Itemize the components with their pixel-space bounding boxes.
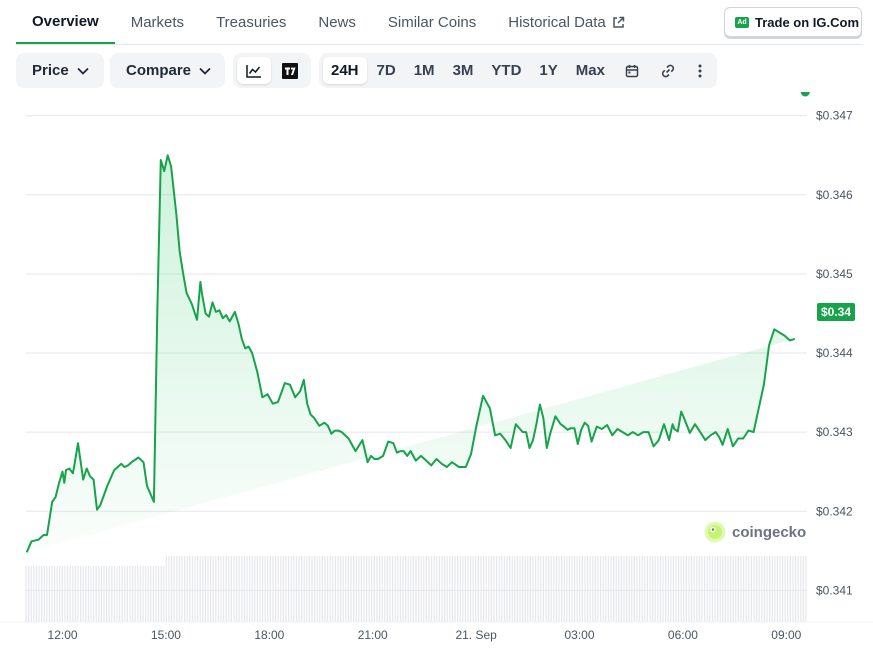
tradingview-button[interactable] xyxy=(273,57,307,84)
ad-label: Trade on IG.Com xyxy=(755,14,860,30)
more-options-button[interactable] xyxy=(687,57,713,84)
y-tick-label: $0.346 xyxy=(816,188,853,202)
x-tick-label: 09:00 xyxy=(771,628,801,642)
line-chart-button[interactable] xyxy=(237,57,271,84)
tradingview-icon xyxy=(282,62,298,79)
calendar-icon xyxy=(625,64,639,77)
compare-dropdown-label: Compare xyxy=(126,62,192,79)
tab-historical-data-label: Historical Data xyxy=(508,13,606,31)
current-price-dot xyxy=(800,92,810,97)
price-dropdown-label: Price xyxy=(32,62,69,79)
tab-overview[interactable]: Overview xyxy=(16,0,115,44)
price-chart[interactable]: $0.347 $0.346 $0.345 $0.344 $0.343 $0.342 $0.3… xyxy=(0,92,873,652)
y-tick-label: $0.347 xyxy=(816,109,853,123)
tab-news[interactable]: News xyxy=(302,0,372,44)
x-tick-label: 21:00 xyxy=(358,628,388,642)
range-7d-button[interactable]: 7D xyxy=(369,57,404,84)
x-tick-label: 15:00 xyxy=(151,628,181,642)
x-tick-label: 06:00 xyxy=(668,628,698,642)
external-link-icon xyxy=(612,16,625,29)
time-range-selector: 24H 7D 1M 3M YTD 1Y Max xyxy=(319,53,717,88)
chevron-down-icon xyxy=(199,67,211,75)
x-tick-label: 21. Sep xyxy=(455,628,497,642)
y-tick-label: $0.343 xyxy=(816,425,853,439)
tab-historical-data[interactable]: Historical Data xyxy=(492,0,641,44)
price-area xyxy=(26,155,795,553)
x-tick-label: 18:00 xyxy=(254,628,284,642)
calendar-button[interactable] xyxy=(615,57,649,84)
compare-dropdown[interactable]: Compare xyxy=(110,53,225,88)
watermark-text: coingecko xyxy=(732,523,807,541)
chevron-down-icon xyxy=(77,67,89,75)
x-tick-label: 12:00 xyxy=(48,628,78,642)
current-price-badge: $0.34 xyxy=(817,303,856,321)
range-ytd-button[interactable]: YTD xyxy=(483,57,529,84)
x-tick-label: 03:00 xyxy=(565,628,595,642)
y-tick-label: $0.341 xyxy=(816,583,853,597)
y-tick-label: $0.345 xyxy=(816,267,853,281)
chart-type-toggle xyxy=(233,53,311,88)
tab-similar-coins[interactable]: Similar Coins xyxy=(372,0,492,44)
tab-treasuries[interactable]: Treasuries xyxy=(200,0,302,44)
tab-bar: Overview Markets Treasuries News Similar… xyxy=(16,0,641,44)
coingecko-watermark: coingecko xyxy=(704,521,806,543)
range-24h-button[interactable]: 24H xyxy=(323,57,367,84)
tab-markets[interactable]: Markets xyxy=(115,0,200,44)
tabs-divider xyxy=(16,44,863,45)
link-icon xyxy=(661,64,675,77)
range-3m-button[interactable]: 3M xyxy=(445,57,482,84)
y-tick-label: $0.342 xyxy=(816,504,853,518)
y-tick-label: $0.344 xyxy=(816,346,853,360)
chart-toolbar: Price Compare 24H 7D 1M 3M YTD 1Y Max xyxy=(16,53,717,88)
ad-badge: Ad xyxy=(735,16,749,28)
range-max-button[interactable]: Max xyxy=(568,57,613,84)
coingecko-logo-icon xyxy=(704,521,726,543)
price-dropdown[interactable]: Price xyxy=(16,53,104,88)
range-1m-button[interactable]: 1M xyxy=(406,57,443,84)
share-link-button[interactable] xyxy=(651,57,685,84)
line-chart-icon xyxy=(246,64,261,78)
range-1y-button[interactable]: 1Y xyxy=(531,57,565,84)
more-vertical-icon xyxy=(698,64,702,77)
trade-ig-ad-button[interactable]: Ad Trade on IG.Com xyxy=(724,7,862,37)
